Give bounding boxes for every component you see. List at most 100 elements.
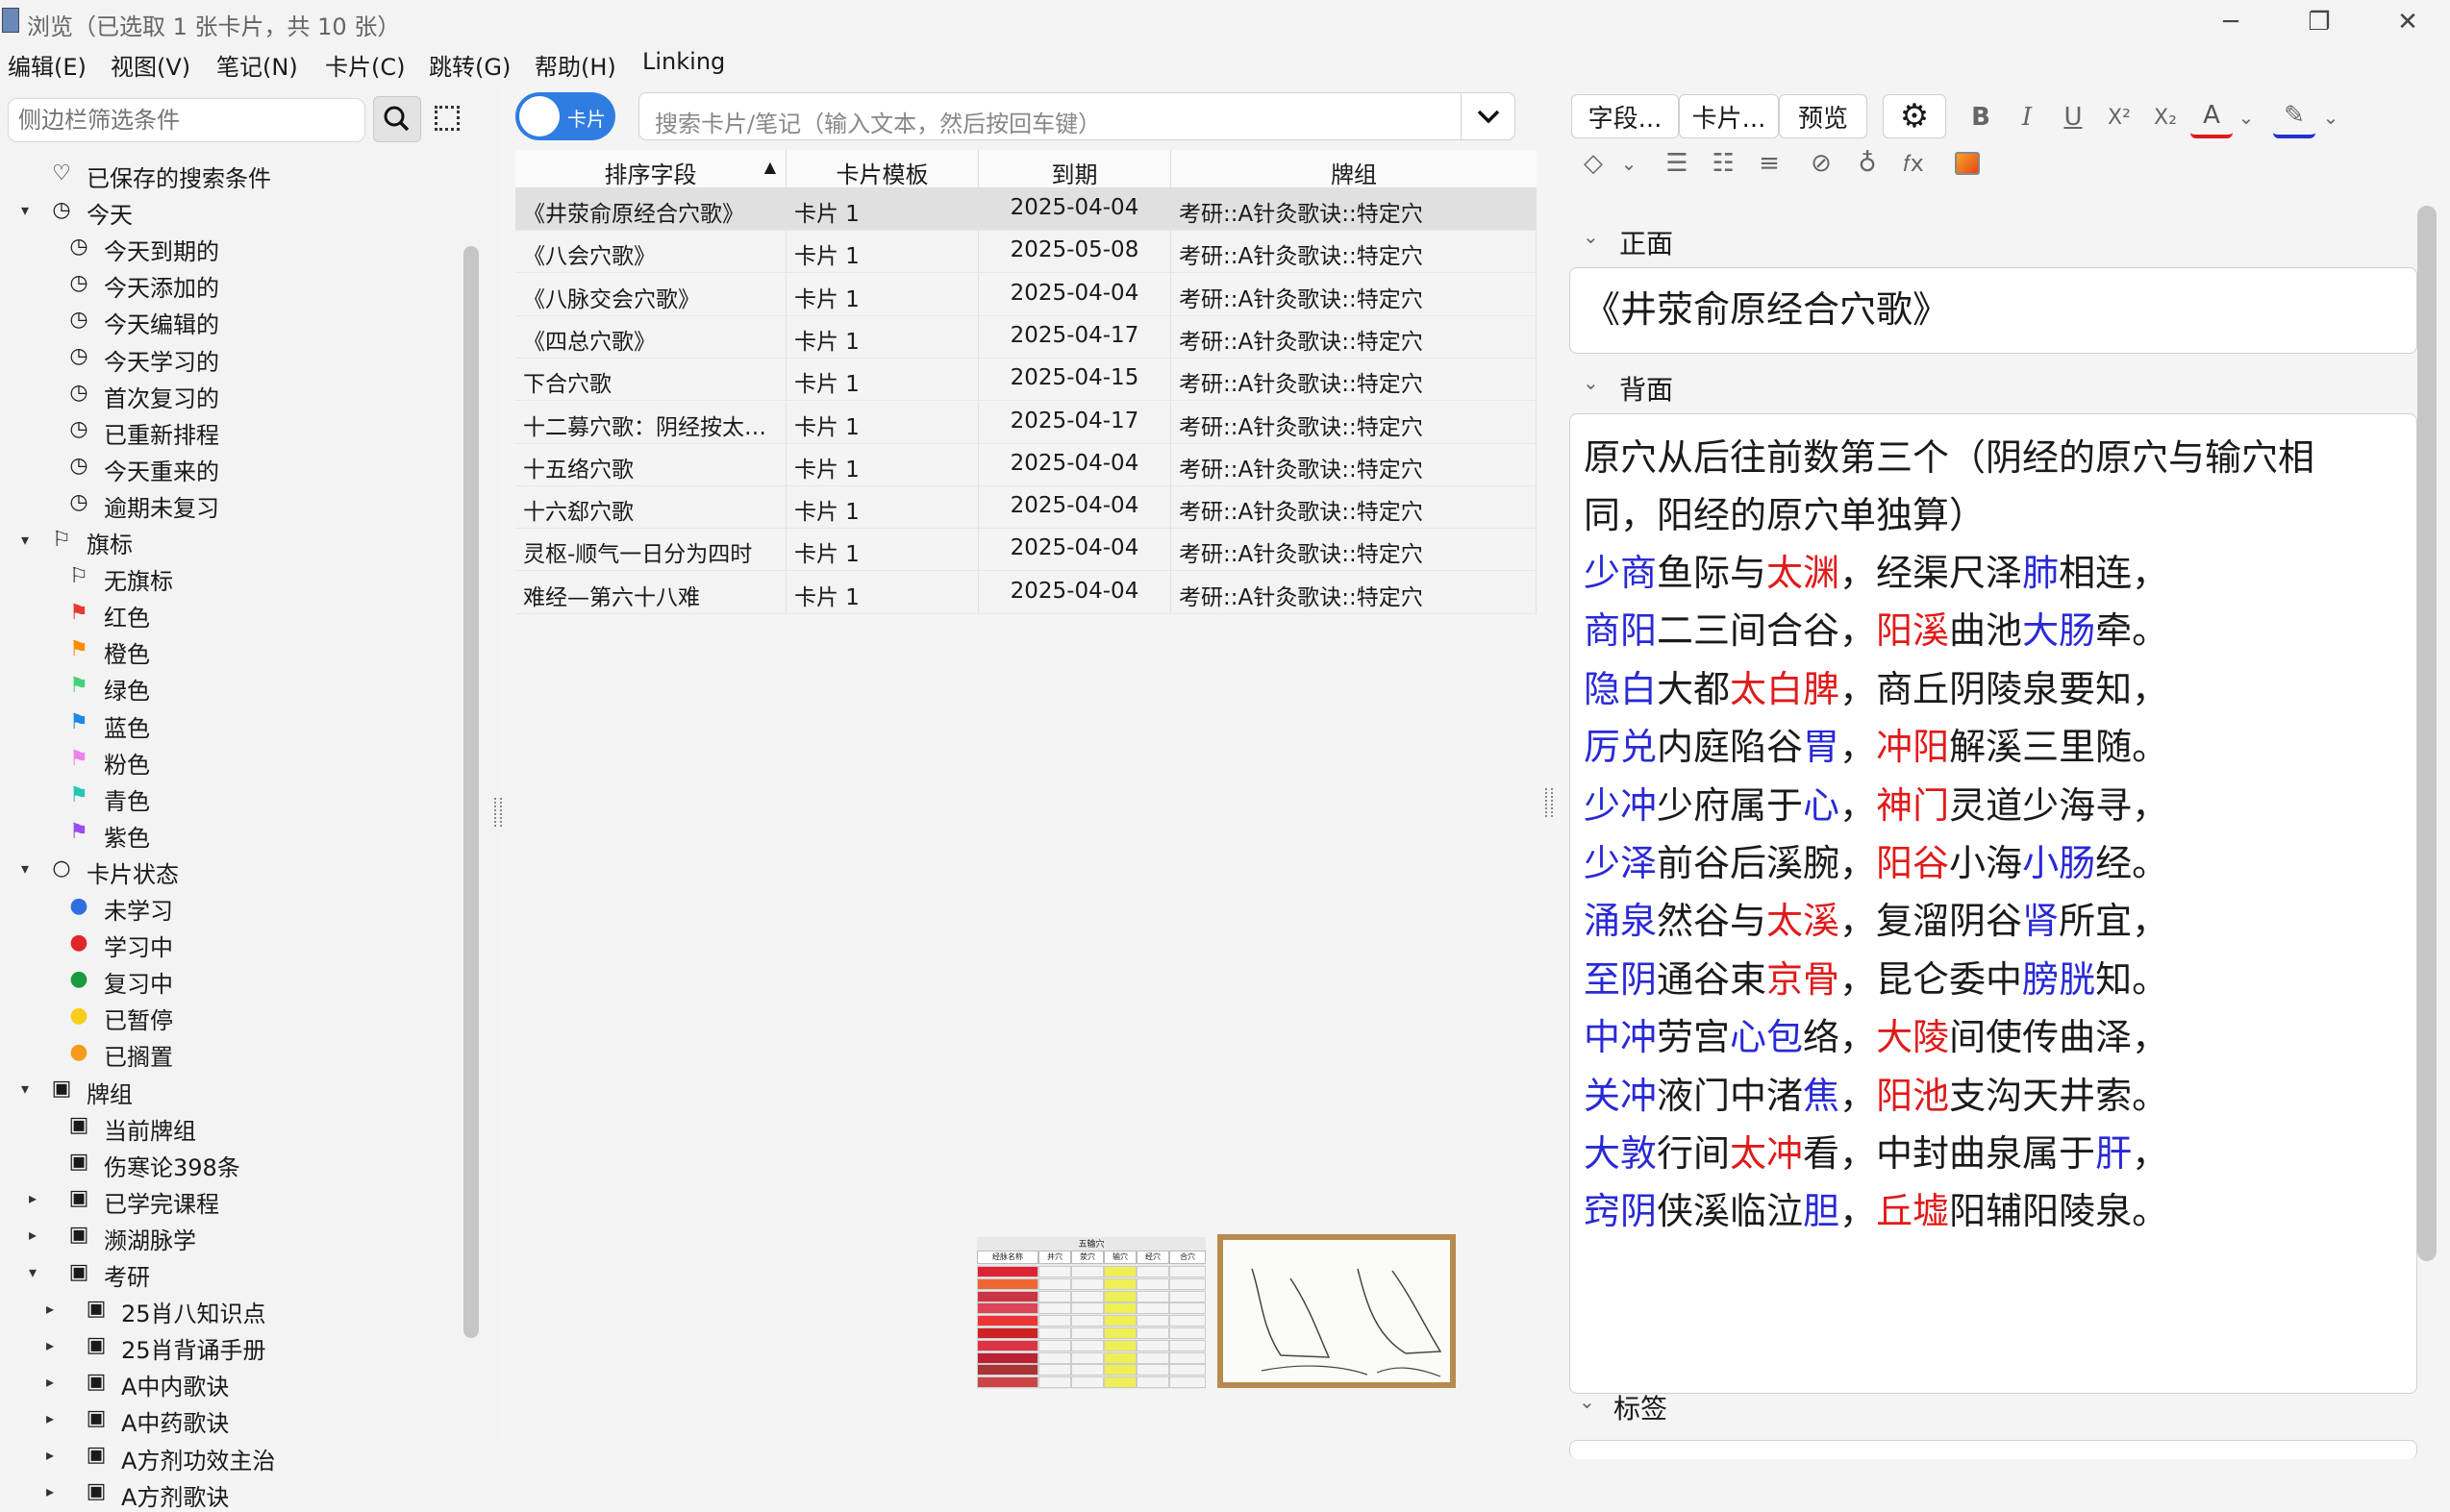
table-row[interactable]: 灵枢-顺气一日分为四时 卡片 1 2025-04-04 考研::A针灸歌诀::特定穴	[515, 529, 1537, 572]
sidebar-item[interactable]: ▣ 伤寒论398条	[0, 1145, 462, 1181]
eraser-button[interactable]: ◇	[1571, 142, 1615, 185]
sidebar-item[interactable]: ◷ 今天学习的	[0, 339, 462, 376]
sidebar-item[interactable]: ▸ ▣ 濒湖脉学	[0, 1218, 462, 1254]
image-occlusion-button[interactable]	[1946, 142, 1988, 185]
sidebar-item[interactable]: ⚑ 蓝色	[0, 706, 462, 742]
sidebar-item[interactable]: ▸ ▣ 已学完课程	[0, 1181, 462, 1218]
highlight-color-dropdown[interactable]: ⌄	[2317, 96, 2344, 138]
bullet-list-button[interactable]: ☰	[1656, 142, 1698, 185]
sidebar-scrollbar[interactable]	[463, 246, 479, 1338]
attach-button[interactable]: ⊘	[1800, 142, 1842, 185]
sidebar-item[interactable]: ▸ ▣ A中内歌诀	[0, 1364, 462, 1401]
collapse-arrow-icon[interactable]: ▾	[15, 859, 35, 878]
expand-arrow-icon[interactable]: ▸	[40, 1446, 60, 1464]
fields-button[interactable]: 字段...	[1571, 94, 1679, 138]
record-audio-button[interactable]: ♁	[1846, 142, 1888, 185]
menu-go[interactable]: 跳转(G)	[429, 48, 511, 82]
tags-field[interactable]	[1569, 1440, 2417, 1459]
sidebar-item[interactable]: ● 未学习	[0, 888, 462, 926]
settings-button[interactable]: ⚙	[1883, 94, 1946, 138]
superscript-button[interactable]: X²	[2098, 96, 2140, 138]
menu-help[interactable]: 帮助(H)	[535, 48, 616, 82]
front-field[interactable]: 《井荥俞原经合穴歌》	[1569, 267, 2417, 354]
collapse-arrow-icon[interactable]: ▾	[23, 1263, 42, 1281]
close-button[interactable]: ✕	[2363, 0, 2450, 44]
italic-button[interactable]: I	[2006, 96, 2048, 138]
text-color-dropdown[interactable]: ⌄	[2233, 96, 2260, 138]
expand-arrow-icon[interactable]: ▸	[40, 1373, 60, 1391]
table-row[interactable]: 十五络穴歌 卡片 1 2025-04-04 考研::A针灸歌诀::特定穴	[515, 443, 1537, 486]
sidebar-item[interactable]: ⚑ 橙色	[0, 632, 462, 669]
search-input[interactable]: 搜索卡片/笔记（输入文本，然后按回车键）	[638, 92, 1515, 140]
table-row[interactable]: 《井荥俞原经合穴歌》 卡片 1 2025-04-04 考研::A针灸歌诀::特定穴	[515, 188, 1537, 231]
sidebar-item[interactable]: ◷ 今天添加的	[0, 265, 462, 303]
minimize-button[interactable]: ─	[2187, 0, 2275, 44]
eraser-dropdown[interactable]: ⌄	[1615, 142, 1642, 185]
underline-button[interactable]: U	[2052, 96, 2094, 138]
column-card-template[interactable]: 卡片模板	[787, 150, 979, 188]
sidebar-item[interactable]: ◷ 今天到期的	[0, 229, 462, 266]
bold-button[interactable]: B	[1960, 96, 2002, 138]
sidebar-item[interactable]: ▾ ⚐ 旗标	[0, 522, 462, 559]
sidebar-item[interactable]: ● 已搁置	[0, 1034, 462, 1072]
maximize-button[interactable]: ❐	[2275, 0, 2363, 44]
numbered-list-button[interactable]: ☷	[1702, 142, 1744, 185]
sidebar-item[interactable]: ▸ ▣ A方剂歌诀	[0, 1475, 462, 1511]
sidebar-item[interactable]: ⚑ 青色	[0, 779, 462, 815]
sidebar-item[interactable]: ▾ ◷ 今天	[0, 192, 462, 230]
expand-arrow-icon[interactable]: ▸	[23, 1226, 42, 1244]
table-row[interactable]: 难经—第六十八难 卡片 1 2025-04-04 考研::A针灸歌诀::特定穴	[515, 571, 1537, 614]
sidebar-filter-input[interactable]	[8, 98, 365, 142]
sidebar-item[interactable]: ⚐ 无旗标	[0, 558, 462, 596]
column-due[interactable]: 到期	[979, 150, 1171, 188]
expand-arrow-icon[interactable]: ▸	[40, 1336, 60, 1354]
collapse-arrow-icon[interactable]: ▾	[15, 201, 35, 219]
expand-arrow-icon[interactable]: ▸	[40, 1300, 60, 1318]
collapse-arrow-icon[interactable]: ▾	[15, 531, 35, 549]
sidebar-item[interactable]: ⚑ 紫色	[0, 815, 462, 852]
editor-scrollbar[interactable]	[2417, 206, 2437, 1261]
text-color-button[interactable]: A	[2190, 96, 2233, 138]
table-row[interactable]: 《四总穴歌》 卡片 1 2025-04-17 考研::A针灸歌诀::特定穴	[515, 315, 1537, 359]
sidebar-item[interactable]: ● 已暂停	[0, 998, 462, 1035]
sidebar-item[interactable]: ⚑ 粉色	[0, 742, 462, 779]
splitter-handle-right[interactable]	[1545, 788, 1553, 817]
math-button[interactable]: 𝑓x	[1892, 142, 1935, 185]
expand-arrow-icon[interactable]: ▸	[40, 1482, 60, 1500]
sidebar-search-button[interactable]	[373, 96, 421, 142]
back-field[interactable]: 原穴从后往前数第三个（阴经的原穴与输穴相 同，阳经的原穴单独算） 少商鱼际与太渊…	[1569, 413, 2417, 1394]
tags-collapse-icon[interactable]: ⌄	[1579, 1390, 1595, 1413]
sidebar-item[interactable]: ⚑ 红色	[0, 595, 462, 632]
sidebar-item[interactable]: ▸ ▣ A方剂功效主治	[0, 1438, 462, 1475]
table-row[interactable]: 《八会穴歌》 卡片 1 2025-05-08 考研::A针灸歌诀::特定穴	[515, 231, 1537, 274]
preview-button[interactable]: 预览	[1779, 94, 1867, 138]
sidebar-item[interactable]: ⚑ 绿色	[0, 668, 462, 706]
sidebar-item[interactable]: ◷ 今天编辑的	[0, 302, 462, 339]
table-row[interactable]: 《八脉交会穴歌》 卡片 1 2025-04-04 考研::A针灸歌诀::特定穴	[515, 273, 1537, 316]
sidebar-item[interactable]: ● 学习中	[0, 925, 462, 962]
sidebar-item[interactable]: ▣ 当前牌组	[0, 1108, 462, 1145]
cards-notes-toggle[interactable]: 卡片	[515, 92, 615, 140]
menu-note[interactable]: 笔记(N)	[216, 48, 298, 82]
align-button[interactable]: ≡	[1748, 142, 1790, 185]
sidebar-item[interactable]: ▾ ○ 卡片状态	[0, 852, 462, 888]
sidebar-item[interactable]: ▸ ▣ 25肖八知识点	[0, 1291, 462, 1328]
menu-linking[interactable]: Linking	[642, 48, 725, 75]
area-select-icon[interactable]	[435, 106, 460, 131]
menu-card[interactable]: 卡片(C)	[325, 48, 405, 82]
subscript-button[interactable]: X₂	[2144, 96, 2187, 138]
table-row[interactable]: 下合穴歌 卡片 1 2025-04-15 考研::A针灸歌诀::特定穴	[515, 359, 1537, 402]
table-row[interactable]: 十六郄穴歌 卡片 1 2025-04-04 考研::A针灸歌诀::特定穴	[515, 486, 1537, 530]
sidebar-item[interactable]: ▸ ▣ A中药歌诀	[0, 1400, 462, 1438]
sidebar-item[interactable]: ● 复习中	[0, 961, 462, 999]
splitter-handle-left[interactable]	[494, 798, 502, 827]
cards-button[interactable]: 卡片...	[1679, 94, 1779, 138]
sidebar-item[interactable]: ▾ ▣ 考研	[0, 1254, 462, 1292]
back-collapse-icon[interactable]: ⌄	[1583, 371, 1599, 394]
menu-view[interactable]: 视图(V)	[111, 48, 190, 82]
sidebar-item[interactable]: ◷ 已重新排程	[0, 412, 462, 449]
expand-arrow-icon[interactable]: ▸	[40, 1409, 60, 1427]
menu-edit[interactable]: 编辑(E)	[8, 48, 87, 82]
front-collapse-icon[interactable]: ⌄	[1583, 225, 1599, 248]
sidebar-item[interactable]: ◷ 今天重来的	[0, 449, 462, 485]
